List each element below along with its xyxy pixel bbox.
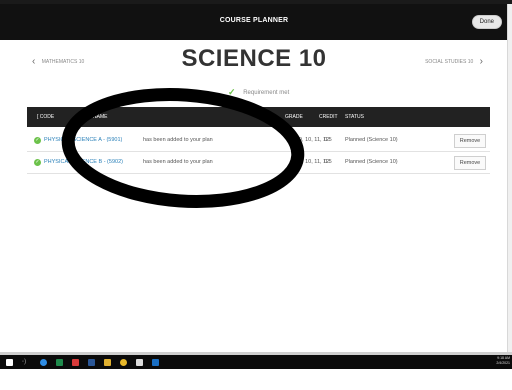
check-circle-icon: ✓ (34, 137, 41, 144)
credit-cell: 0.5 (324, 137, 332, 143)
header-name[interactable]: NAME (93, 114, 107, 120)
requirement-text: Requirement met (243, 90, 290, 97)
header-status[interactable]: STATUS (345, 114, 364, 120)
added-text: has been added to your plan (143, 137, 213, 143)
header-credit[interactable]: CREDIT (319, 114, 338, 120)
remove-button[interactable]: Remove (454, 134, 486, 148)
credit-cell: 0.5 (324, 159, 332, 165)
added-text: has been added to your plan (143, 159, 213, 165)
table-row: ✓ PHYSICAL SCIENCE A - (5901) has been a… (27, 131, 490, 152)
course-link[interactable]: PHYSICAL SCIENCE A - (5901) (44, 137, 122, 143)
header-code[interactable]: [ CODE (37, 114, 54, 120)
taskbar: ◦) 9:18 AM 2/4/2021 (0, 355, 512, 369)
status-cell: Planned (Science 10) (345, 159, 398, 165)
chevron-right-icon: › (479, 56, 483, 67)
course-link[interactable]: PHYSICAL SCIENCE B - (5902) (44, 159, 123, 165)
status-cell: Planned (Science 10) (345, 137, 398, 143)
search-icon[interactable]: ◦) (22, 355, 26, 369)
taskbar-clock[interactable]: 9:18 AM 2/4/2021 (496, 356, 510, 366)
table-row: ✓ PHYSICAL SCIENCE B - (5902) has been a… (27, 153, 490, 174)
check-circle-icon: ✓ (34, 159, 41, 166)
app-title: COURSE PLANNER (219, 17, 289, 24)
requirement-status: ✓ Requirement met (228, 87, 289, 98)
done-button[interactable]: Done (471, 15, 502, 29)
check-icon: ✓ (228, 87, 236, 97)
table-header: [ CODE NAME GRADE CREDIT STATUS (27, 107, 490, 127)
next-subject-link[interactable]: SOCIAL STUDIES 10 › (425, 56, 488, 67)
clock-date: 2/4/2021 (496, 361, 510, 365)
blank-margin (0, 369, 512, 390)
app-header: COURSE PLANNER Done (0, 4, 508, 40)
header-grade[interactable]: GRADE (285, 114, 303, 120)
remove-button[interactable]: Remove (454, 156, 486, 170)
next-subject-label: SOCIAL STUDIES 10 (425, 58, 474, 65)
